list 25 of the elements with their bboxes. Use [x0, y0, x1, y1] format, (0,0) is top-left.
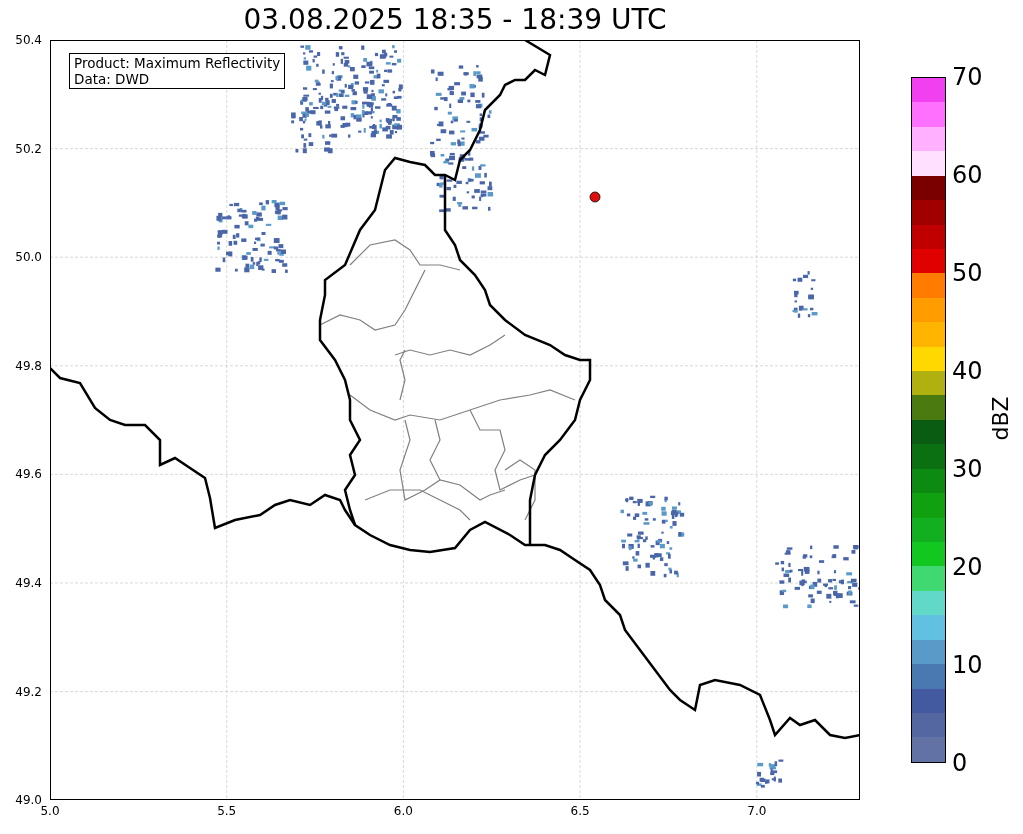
colorbar-tick-label: 40 [952, 357, 983, 385]
info-text: Data: DWD [74, 71, 151, 87]
colorbar-tick-label: 50 [952, 259, 983, 287]
x-tick-label: 6.0 [393, 804, 413, 818]
colorbar-tick-label: 10 [952, 651, 983, 679]
colorbar-tick-label: 70 [952, 63, 983, 91]
y-tick-label: 49.6 [15, 466, 42, 483]
x-tick-label: 5.5 [217, 804, 237, 818]
colorbar-tick-label: 30 [952, 455, 983, 483]
y-tick-label: 50.2 [15, 140, 42, 157]
colorbar-tick-label: 20 [952, 553, 983, 581]
location-marker-icon [589, 191, 601, 203]
y-tick-label: 50.4 [15, 32, 42, 48]
x-tick-label: 7.0 [747, 804, 767, 818]
y-tick-label: 49.2 [15, 683, 42, 700]
y-tick-label: 50.0 [15, 249, 42, 266]
x-tick-label: 6.5 [570, 804, 590, 818]
colorbar-tick-label: 0 [952, 749, 968, 777]
y-tick-label: 49.8 [15, 357, 42, 374]
info-text: Product: Maximum Reflectivity [74, 55, 281, 71]
colorbar-tick-label: 60 [952, 161, 983, 189]
plot-title: 03.08.2025 18:35 - 18:39 UTC [242, 2, 668, 38]
y-tick-label: 49.0 [15, 792, 42, 808]
y-tick-label: 49.4 [15, 575, 42, 591]
x-tick-label: 5.0 [40, 804, 60, 818]
